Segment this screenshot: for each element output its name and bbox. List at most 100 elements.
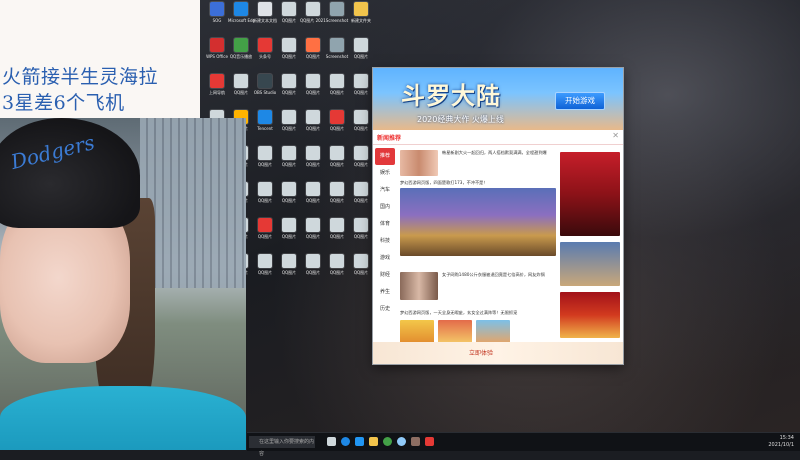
nav-item[interactable]: 娱乐	[373, 165, 397, 182]
nav-item[interactable]: 财经	[373, 267, 397, 284]
game-banner-ad[interactable]: 斗罗大陆 2020经典大作 火爆上线 开始游戏	[373, 68, 623, 130]
edge-icon[interactable]	[341, 437, 350, 446]
desktop-icon[interactable]: QQ图片	[300, 74, 326, 104]
desktop-icon[interactable]: WPS Office	[204, 38, 230, 68]
file-icon	[282, 218, 296, 232]
desktop-icon[interactable]: QQ图片	[276, 146, 302, 176]
desktop-icon[interactable]: SOG	[204, 2, 230, 32]
nav-item[interactable]: 游戏	[373, 250, 397, 267]
article-title[interactable]: 梦幻西游网页版，一天全身无暇疵，玄女全过满阵等！无限抓宠	[400, 310, 556, 316]
desktop-icon[interactable]: QQ图片	[252, 218, 278, 248]
desktop-icon[interactable]: QQ图片	[300, 146, 326, 176]
desktop-icon[interactable]: QQ图片	[324, 146, 350, 176]
bottom-ad-strip[interactable]: 立即体验	[373, 342, 623, 364]
desktop-icon[interactable]: QQ图片 2021093...	[300, 2, 326, 32]
desktop-icon[interactable]: QQ图片	[252, 254, 278, 284]
desktop-icon[interactable]: QQ图片	[276, 38, 302, 68]
game-logo: 斗罗大陆	[401, 81, 501, 110]
folder-icon[interactable]	[369, 437, 378, 446]
desktop-icon[interactable]: OBS Studio	[252, 74, 278, 104]
desktop-icon-label: QQ图片	[353, 234, 369, 239]
desktop-icon[interactable]: QQ图片	[348, 182, 374, 212]
desktop-icon[interactable]: 头条号	[252, 38, 278, 68]
taskbar-search-input[interactable]: 在这里输入你要搜索的内容	[249, 436, 315, 457]
nav-item[interactable]: 推荐	[375, 148, 395, 165]
article-thumbnail[interactable]	[400, 272, 438, 300]
wechat-icon[interactable]	[383, 437, 392, 446]
desktop-icon[interactable]: Tencent	[252, 110, 278, 140]
nav-item[interactable]: 体育	[373, 216, 397, 233]
desktop-icon[interactable]: QQ图片	[276, 254, 302, 284]
article-image[interactable]	[400, 188, 556, 256]
desktop-icon[interactable]: QQ图片	[276, 2, 302, 32]
desktop-icon[interactable]: QQ图片	[348, 38, 374, 68]
file-icon	[306, 2, 320, 16]
desktop-icon-label: QQ图片	[257, 198, 273, 203]
desktop-icon[interactable]: QQ图片	[276, 74, 302, 104]
desktop-icon[interactable]: Microsoft Edge	[228, 2, 254, 32]
app-icon[interactable]	[411, 437, 420, 446]
desktop-icon[interactable]: Screenshot	[324, 2, 350, 32]
desktop-icon[interactable]: QQ图片	[324, 110, 350, 140]
desktop-icon[interactable]: QQ图片	[324, 182, 350, 212]
desktop-icon[interactable]: QQ图片	[300, 38, 326, 68]
desktop-icon[interactable]: QQ图片	[276, 218, 302, 248]
desktop-icon[interactable]: QQ图片	[252, 146, 278, 176]
file-icon	[210, 38, 224, 52]
desktop-icon[interactable]: 上网导航	[204, 74, 230, 104]
desktop-icon-label: QQ图片	[353, 162, 369, 167]
desktop-icon-label: QQ图片	[329, 162, 345, 167]
desktop-icon[interactable]: QQ图片	[348, 218, 374, 248]
desktop-icon-label: SOG	[212, 18, 222, 23]
nav-item[interactable]: 国内	[373, 199, 397, 216]
article-title[interactable]: 韩星新剧大火一起回归，两人搭档默契满满，全程甜到爆	[442, 150, 554, 156]
nav-item[interactable]: 养生	[373, 284, 397, 301]
article-title[interactable]: 女子网购1480公斤衣服被退回竟是七倍高价，网友炸锅	[442, 272, 554, 278]
nav-item[interactable]: 科技	[373, 233, 397, 250]
desktop-icon[interactable]: QQ图片	[300, 182, 326, 212]
nav-item[interactable]: 历史	[373, 301, 397, 318]
nav-item[interactable]: 汽车	[373, 182, 397, 199]
desktop-icon[interactable]: QQ图片	[348, 110, 374, 140]
browser-icon[interactable]	[425, 437, 434, 446]
desktop-icon-label: QQ图片	[329, 90, 345, 95]
site-brand: 新闻推荐	[377, 135, 402, 142]
file-icon	[306, 74, 320, 88]
desktop-icon[interactable]: QQ图片	[252, 182, 278, 212]
desktop-icon[interactable]: QQ图片	[348, 74, 374, 104]
windows-icon[interactable]	[355, 437, 364, 446]
desktop-icon[interactable]: QQ图片	[324, 254, 350, 284]
desktop-icon[interactable]: QQ图片	[300, 110, 326, 140]
ad-image[interactable]	[560, 152, 620, 236]
desktop-icon[interactable]: QQ图片	[348, 254, 374, 284]
file-icon	[258, 182, 272, 196]
task-view-icon[interactable]	[327, 437, 336, 446]
start-game-button[interactable]: 开始游戏	[555, 92, 605, 110]
article-thumbnail[interactable]	[400, 150, 438, 176]
desktop-icon[interactable]: QQ图片	[348, 146, 374, 176]
desktop-icon[interactable]: QQ图片	[300, 218, 326, 248]
stream-overlay-text-panel: 火箭接半生灵海拉 3星差6个飞机	[0, 0, 200, 118]
desktop-icon[interactable]: QQ图片	[324, 74, 350, 104]
desktop-icon[interactable]: Screenshot	[324, 38, 350, 68]
desktop-icon[interactable]: QQ图片	[228, 74, 254, 104]
ad-image[interactable]	[560, 242, 620, 286]
desktop-icon-label: Microsoft Edge	[228, 18, 254, 23]
desktop-icon[interactable]: QQ图片	[276, 182, 302, 212]
desktop-icon[interactable]: QQ图片	[300, 254, 326, 284]
file-icon	[234, 2, 248, 16]
desktop-icon[interactable]: QQ图片	[324, 218, 350, 248]
close-icon[interactable]: ✕	[612, 131, 619, 140]
desktop-icon[interactable]: QQ音乐播放	[228, 38, 254, 68]
browser-window[interactable]: 斗罗大陆 2020经典大作 火爆上线 开始游戏 新闻推荐 ✕ 推荐 娱乐 汽车 国内体…	[373, 68, 623, 364]
taskbar-clock[interactable]: 15:34 2021/10/1	[768, 435, 794, 449]
article-title[interactable]: 梦幻西游网页版，四面楚歌打173，不冲不是！	[400, 180, 556, 186]
ad-strip-label[interactable]: 立即体验	[469, 348, 493, 357]
desktop-icon[interactable]: QQ图片	[276, 110, 302, 140]
file-icon	[330, 110, 344, 124]
desktop-icon[interactable]: 新建文件夹	[348, 2, 374, 32]
ad-image[interactable]	[560, 292, 620, 338]
desktop-icon-label: WPS Office	[206, 54, 228, 59]
qq-icon[interactable]	[397, 437, 406, 446]
desktop-icon[interactable]: 新建文本文档	[252, 2, 278, 32]
